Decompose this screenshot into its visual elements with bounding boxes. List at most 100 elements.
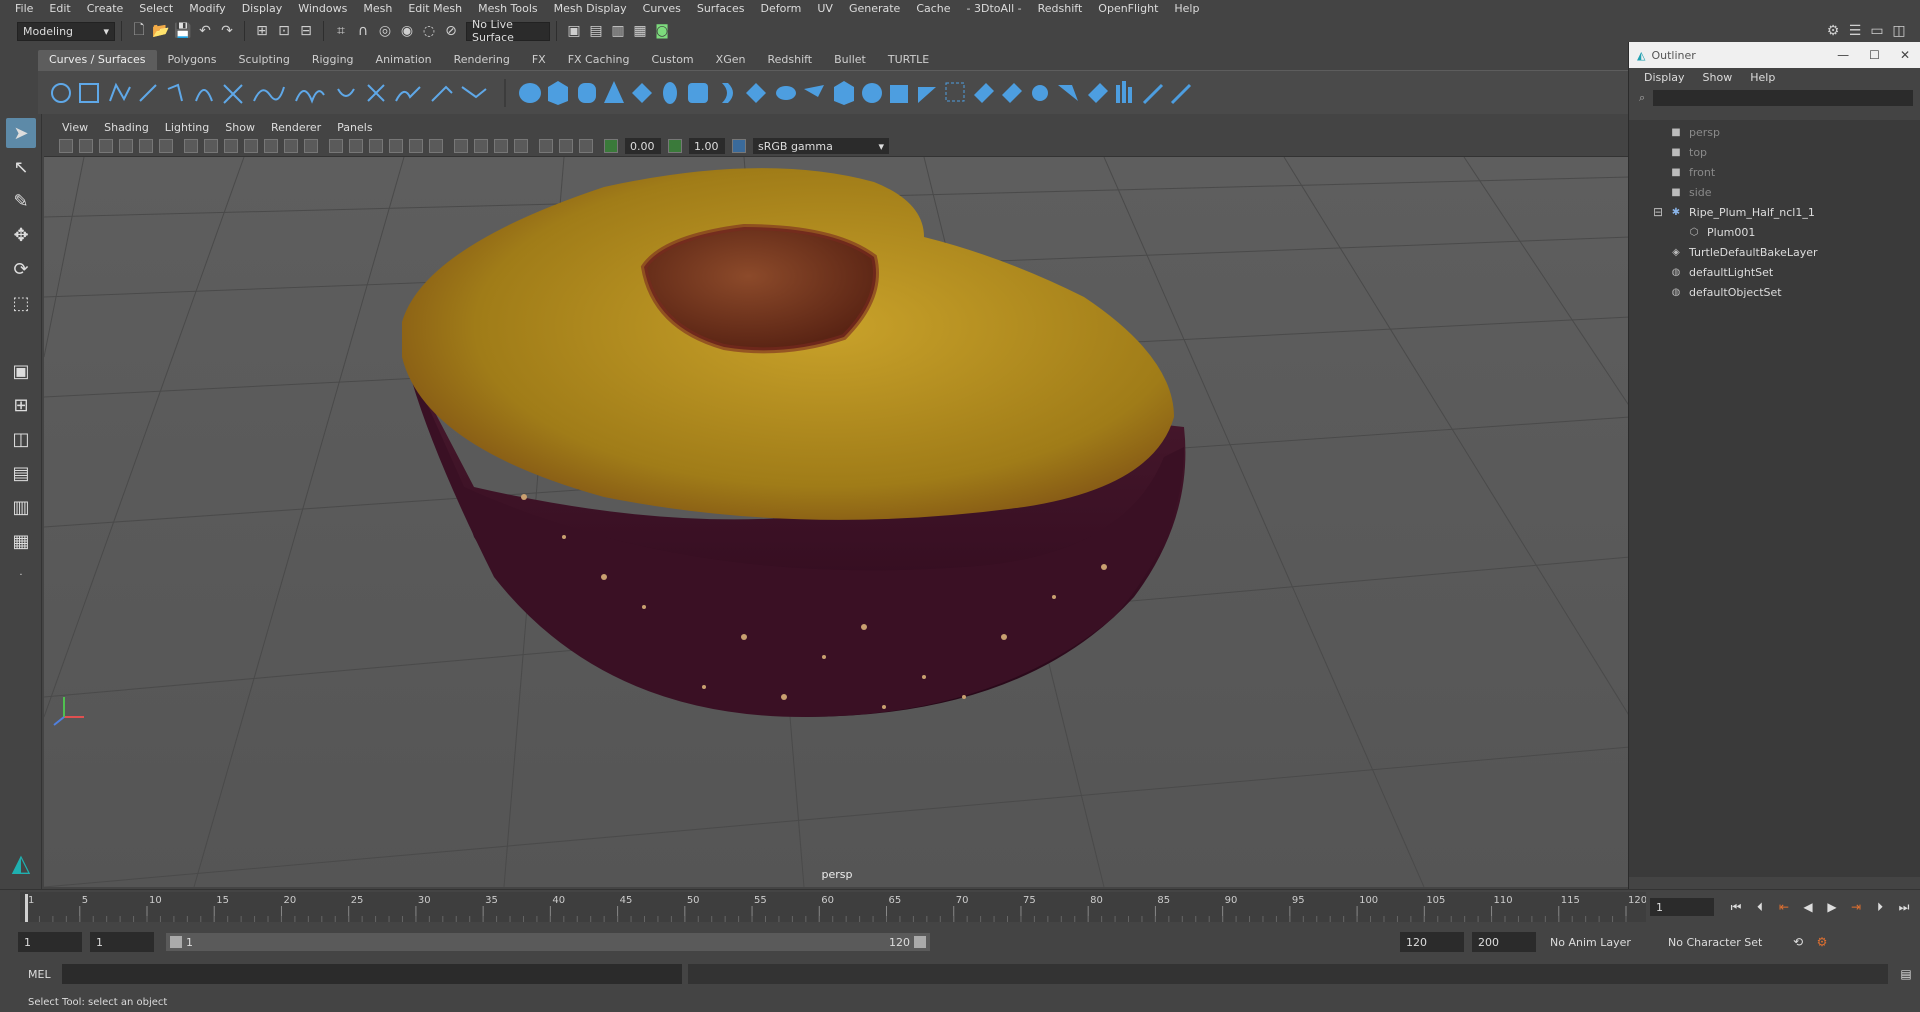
color-management-icon[interactable] <box>732 139 746 153</box>
gamma-field[interactable]: 1.00 <box>689 138 725 154</box>
snap-view-icon[interactable]: ◉ <box>398 22 416 40</box>
select-camera-icon[interactable] <box>59 139 73 153</box>
menu-item-11[interactable]: Curves <box>636 2 690 15</box>
menu-item-13[interactable]: Deform <box>753 2 810 15</box>
paint-select-icon[interactable]: ✎ <box>6 186 36 216</box>
outliner-item[interactable]: ◍ defaultObjectSet <box>1629 282 1920 302</box>
step-forward-key-icon[interactable]: ⇥ <box>1846 898 1866 916</box>
outliner-item[interactable]: ■ persp <box>1629 122 1920 142</box>
menu-item-16[interactable]: Cache <box>909 2 959 15</box>
script-editor-icon[interactable]: ▤ <box>1896 964 1916 984</box>
xray-icon[interactable] <box>559 139 573 153</box>
outliner-menu-1[interactable]: Show <box>1694 71 1742 84</box>
shadows-icon[interactable] <box>429 139 443 153</box>
step-back-key-icon[interactable]: ⇤ <box>1774 898 1794 916</box>
current-time-marker[interactable] <box>25 894 28 922</box>
playback-end-field[interactable]: 120 <box>1400 932 1464 952</box>
image-plane-icon[interactable] <box>119 139 133 153</box>
render-frame-icon[interactable]: ▤ <box>587 22 605 40</box>
gate-mask-icon[interactable] <box>244 139 258 153</box>
wireframe-on-shaded-icon[interactable] <box>369 139 383 153</box>
current-frame-field[interactable]: 1 <box>1650 898 1714 916</box>
2d-pan-zoom-icon[interactable] <box>139 139 153 153</box>
outliner-item[interactable]: ⬡ Plum001 <box>1629 222 1920 242</box>
snap-point-icon[interactable]: ◎ <box>376 22 394 40</box>
minimize-icon[interactable]: — <box>1837 48 1849 62</box>
animation-end-field[interactable]: 200 <box>1472 932 1536 952</box>
undo-icon[interactable]: ↶ <box>196 22 214 40</box>
menu-item-12[interactable]: Surfaces <box>690 2 754 15</box>
menu-item-15[interactable]: Generate <box>842 2 909 15</box>
side-by-side-icon[interactable]: ◫ <box>6 424 36 454</box>
wireframe-icon[interactable] <box>329 139 343 153</box>
shelf-tab-6[interactable]: FX <box>521 50 557 70</box>
shelf-tab-7[interactable]: FX Caching <box>557 50 641 70</box>
save-scene-icon[interactable]: 💾 <box>174 22 192 40</box>
viewport-menu-0[interactable]: View <box>54 121 96 134</box>
menu-item-3[interactable]: Select <box>132 2 182 15</box>
workspace-icon[interactable]: ⚙ <box>1824 22 1842 40</box>
menu-item-4[interactable]: Modify <box>182 2 234 15</box>
grease-pencil-icon[interactable] <box>159 139 173 153</box>
viewport-menu-3[interactable]: Show <box>217 121 263 134</box>
filter-icon[interactable]: ⌕ <box>1639 91 1645 105</box>
film-gate-icon[interactable] <box>204 139 218 153</box>
render-settings-icon[interactable]: ▦ <box>631 22 649 40</box>
menu-item-19[interactable]: OpenFlight <box>1091 2 1167 15</box>
menu-item-9[interactable]: Mesh Tools <box>471 2 547 15</box>
use-lights-icon[interactable] <box>409 139 423 153</box>
shelf-tab-11[interactable]: Bullet <box>823 50 877 70</box>
select-tool-icon[interactable]: ➤ <box>6 118 36 148</box>
viewport-menu-5[interactable]: Panels <box>329 121 380 134</box>
menu-item-1[interactable]: Edit <box>42 2 79 15</box>
outliner-item[interactable]: ■ side <box>1629 182 1920 202</box>
shelf-tab-4[interactable]: Animation <box>365 50 443 70</box>
close-icon[interactable]: ✕ <box>1900 48 1910 62</box>
field-chart-icon[interactable] <box>264 139 278 153</box>
select-hierarchy-icon[interactable]: ⊞ <box>253 22 271 40</box>
menu-item-2[interactable]: Create <box>80 2 133 15</box>
shelf-tab-8[interactable]: Custom <box>641 50 705 70</box>
menu-item-6[interactable]: Windows <box>291 2 356 15</box>
timeline-ruler[interactable]: 1 5 10 15 20 25 30 35 40 45 50 55 60 65 70 75 80 85 90 95 10… <box>20 892 1647 922</box>
ambient-occlusion-icon[interactable] <box>454 139 468 153</box>
lasso-tool-icon[interactable]: ↖ <box>6 152 36 182</box>
outliner-item[interactable]: ⊟ ✱ Ripe_Plum_Half_ncl1_1 <box>1629 202 1920 222</box>
animation-start-field[interactable]: 1 <box>18 932 82 952</box>
maximize-icon[interactable]: ☐ <box>1869 48 1880 62</box>
render-view-icon[interactable]: ▣ <box>565 22 583 40</box>
isolate-select-icon[interactable] <box>539 139 553 153</box>
xray-joints-icon[interactable] <box>579 139 593 153</box>
outliner-search-input[interactable] <box>1653 90 1914 106</box>
camera-attributes-icon[interactable] <box>79 139 93 153</box>
select-objects-icon[interactable]: ⊡ <box>275 22 293 40</box>
play-backward-icon[interactable]: ◀ <box>1798 898 1818 916</box>
redo-icon[interactable]: ↷ <box>218 22 236 40</box>
hypershade-layout-icon[interactable]: ▦ <box>6 526 36 556</box>
exposure-icon[interactable] <box>604 139 618 153</box>
outliner-menu-0[interactable]: Display <box>1635 71 1694 84</box>
live-surface-field[interactable]: No Live Surface <box>466 18 550 44</box>
single-view-icon[interactable]: ▣ <box>6 356 36 386</box>
ipr-render-icon[interactable]: ▥ <box>609 22 627 40</box>
menu-item-7[interactable]: Mesh <box>356 2 401 15</box>
menu-item-5[interactable]: Display <box>235 2 292 15</box>
select-components-icon[interactable]: ⊟ <box>297 22 315 40</box>
menu-item-0[interactable]: File <box>8 2 42 15</box>
shelf-tab-10[interactable]: Redshift <box>756 50 823 70</box>
menu-item-18[interactable]: Redshift <box>1031 2 1092 15</box>
move-tool-icon[interactable]: ✥ <box>6 220 36 250</box>
range-end-handle[interactable] <box>914 936 926 948</box>
script-language-label[interactable]: MEL <box>0 968 62 981</box>
menu-item-17[interactable]: - 3DtoAll - <box>960 2 1031 15</box>
open-scene-icon[interactable]: 📂 <box>152 22 170 40</box>
persp-graph-icon[interactable]: ▥ <box>6 492 36 522</box>
viewport-menu-1[interactable]: Shading <box>96 121 157 134</box>
go-to-end-icon[interactable]: ⏭ <box>1894 898 1914 916</box>
menu-item-10[interactable]: Mesh Display <box>547 2 636 15</box>
auto-key-icon[interactable]: ⟲ <box>1788 933 1808 951</box>
grid-icon[interactable] <box>184 139 198 153</box>
range-track[interactable]: 1 120 <box>166 933 930 951</box>
mode-selector[interactable]: Modeling ▾ <box>17 21 115 41</box>
range-start-handle[interactable] <box>170 936 182 948</box>
